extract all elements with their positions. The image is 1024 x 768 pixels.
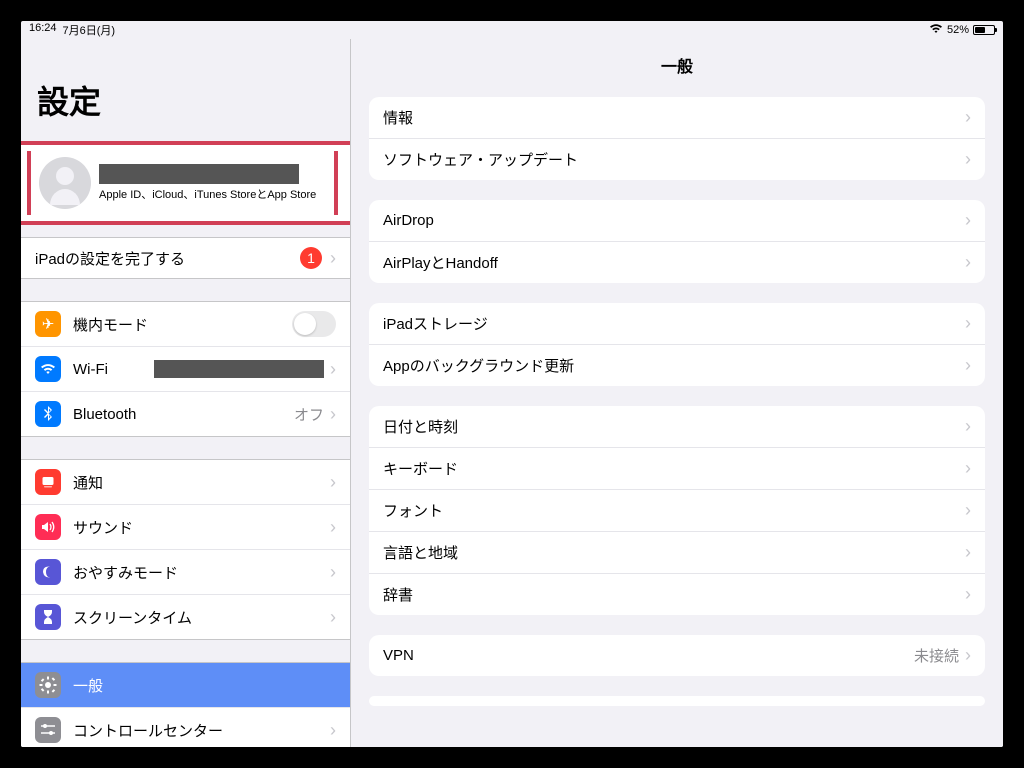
storage-label: iPadストレージ bbox=[383, 313, 965, 334]
gear-icon bbox=[35, 672, 61, 698]
fonts-row[interactable]: フォント › bbox=[369, 490, 985, 532]
battery-icon bbox=[973, 25, 995, 35]
wifi-row[interactable]: Wi-Fi › bbox=[21, 347, 350, 392]
vpn-value: 未接続 bbox=[914, 645, 959, 666]
datetime-label: 日付と時刻 bbox=[383, 416, 965, 437]
dictionary-row[interactable]: 辞書 › bbox=[369, 574, 985, 615]
hidden-row[interactable] bbox=[369, 696, 985, 706]
battery-percent: 52% bbox=[947, 24, 969, 36]
chevron-right-icon: › bbox=[330, 359, 336, 380]
status-bar: 16:24 7月6日(月) 52% bbox=[21, 21, 1003, 39]
control-center-label: コントロールセンター bbox=[73, 720, 330, 741]
apple-id-name-redacted bbox=[99, 164, 299, 184]
general-row[interactable]: 一般 bbox=[21, 663, 350, 708]
chevron-right-icon: › bbox=[965, 149, 971, 170]
sounds-icon bbox=[35, 514, 61, 540]
chevron-right-icon: › bbox=[965, 355, 971, 376]
bluetooth-icon bbox=[35, 401, 61, 427]
software-update-row[interactable]: ソフトウェア・アップデート › bbox=[369, 139, 985, 180]
finish-setup-row[interactable]: iPadの設定を完了する 1 › bbox=[21, 238, 350, 278]
chevron-right-icon: › bbox=[330, 404, 336, 425]
bluetooth-row[interactable]: Bluetooth オフ › bbox=[21, 392, 350, 436]
moon-icon bbox=[35, 559, 61, 585]
screentime-row[interactable]: スクリーンタイム › bbox=[21, 595, 350, 639]
wifi-row-icon bbox=[35, 356, 61, 382]
chevron-right-icon: › bbox=[965, 107, 971, 128]
airplay-label: AirPlayとHandoff bbox=[383, 252, 965, 273]
chevron-right-icon: › bbox=[965, 584, 971, 605]
chevron-right-icon: › bbox=[330, 720, 336, 741]
keyboard-row[interactable]: キーボード › bbox=[369, 448, 985, 490]
finish-setup-label: iPadの設定を完了する bbox=[35, 248, 300, 269]
status-time: 16:24 bbox=[29, 22, 57, 38]
airplane-label: 機内モード bbox=[73, 314, 292, 335]
bgrefresh-label: Appのバックグラウンド更新 bbox=[383, 355, 965, 376]
bluetooth-label: Bluetooth bbox=[73, 406, 294, 423]
language-region-row[interactable]: 言語と地域 › bbox=[369, 532, 985, 574]
chevron-right-icon: › bbox=[965, 252, 971, 273]
chevron-right-icon: › bbox=[330, 517, 336, 538]
sounds-label: サウンド bbox=[73, 517, 330, 538]
wifi-value-redacted bbox=[154, 360, 324, 378]
wifi-label: Wi-Fi bbox=[73, 361, 154, 378]
chevron-right-icon: › bbox=[965, 458, 971, 479]
screen: 16:24 7月6日(月) 52% 設定 Apple ID、iCloud、iTu… bbox=[21, 21, 1003, 747]
apple-id-row[interactable]: Apple ID、iCloud、iTunes StoreとApp Store bbox=[21, 141, 350, 225]
sliders-icon bbox=[35, 717, 61, 743]
sidebar: 設定 Apple ID、iCloud、iTunes StoreとApp Stor… bbox=[21, 39, 351, 747]
notifications-label: 通知 bbox=[73, 472, 330, 493]
airplane-toggle[interactable] bbox=[292, 311, 336, 337]
avatar-icon bbox=[39, 157, 91, 209]
date-time-row[interactable]: 日付と時刻 › bbox=[369, 406, 985, 448]
content-pane: 一般 情報 › ソフトウェア・アップデート › AirDrop › AirPla… bbox=[351, 39, 1003, 747]
do-not-disturb-row[interactable]: おやすみモード › bbox=[21, 550, 350, 595]
lang-label: 言語と地域 bbox=[383, 542, 965, 563]
airplane-mode-row[interactable]: ✈ 機内モード bbox=[21, 302, 350, 347]
airdrop-label: AirDrop bbox=[383, 212, 965, 229]
notifications-row[interactable]: 通知 › bbox=[21, 460, 350, 505]
status-date: 7月6日(月) bbox=[63, 22, 116, 38]
sounds-row[interactable]: サウンド › bbox=[21, 505, 350, 550]
chevron-right-icon: › bbox=[965, 416, 971, 437]
ipad-storage-row[interactable]: iPadストレージ › bbox=[369, 303, 985, 345]
chevron-right-icon: › bbox=[965, 645, 971, 666]
hourglass-icon bbox=[35, 604, 61, 630]
airplane-icon: ✈ bbox=[35, 311, 61, 337]
content-title: 一般 bbox=[351, 39, 1003, 87]
chevron-right-icon: › bbox=[965, 210, 971, 231]
chevron-right-icon: › bbox=[965, 542, 971, 563]
chevron-right-icon: › bbox=[330, 607, 336, 628]
background-refresh-row[interactable]: Appのバックグラウンド更新 › bbox=[369, 345, 985, 386]
vpn-row[interactable]: VPN 未接続 › bbox=[369, 635, 985, 676]
notifications-icon bbox=[35, 469, 61, 495]
wifi-icon bbox=[929, 23, 943, 37]
screentime-label: スクリーンタイム bbox=[73, 607, 330, 628]
fonts-label: フォント bbox=[383, 500, 965, 521]
software-update-label: ソフトウェア・アップデート bbox=[383, 149, 965, 170]
chevron-right-icon: › bbox=[330, 472, 336, 493]
chevron-right-icon: › bbox=[330, 248, 336, 269]
chevron-right-icon: › bbox=[330, 562, 336, 583]
settings-title: 設定 bbox=[21, 39, 350, 133]
notification-badge: 1 bbox=[300, 247, 322, 269]
vpn-label: VPN bbox=[383, 647, 914, 664]
airplay-handoff-row[interactable]: AirPlayとHandoff › bbox=[369, 242, 985, 283]
control-center-row[interactable]: コントロールセンター › bbox=[21, 708, 350, 747]
dnd-label: おやすみモード bbox=[73, 562, 330, 583]
about-row[interactable]: 情報 › bbox=[369, 97, 985, 139]
airdrop-row[interactable]: AirDrop › bbox=[369, 200, 985, 242]
about-label: 情報 bbox=[383, 107, 965, 128]
keyboard-label: キーボード bbox=[383, 458, 965, 479]
chevron-right-icon: › bbox=[965, 500, 971, 521]
apple-id-subtext: Apple ID、iCloud、iTunes StoreとApp Store bbox=[99, 186, 326, 202]
general-label: 一般 bbox=[73, 675, 336, 696]
bluetooth-value: オフ bbox=[294, 404, 324, 425]
dict-label: 辞書 bbox=[383, 584, 965, 605]
chevron-right-icon: › bbox=[965, 313, 971, 334]
